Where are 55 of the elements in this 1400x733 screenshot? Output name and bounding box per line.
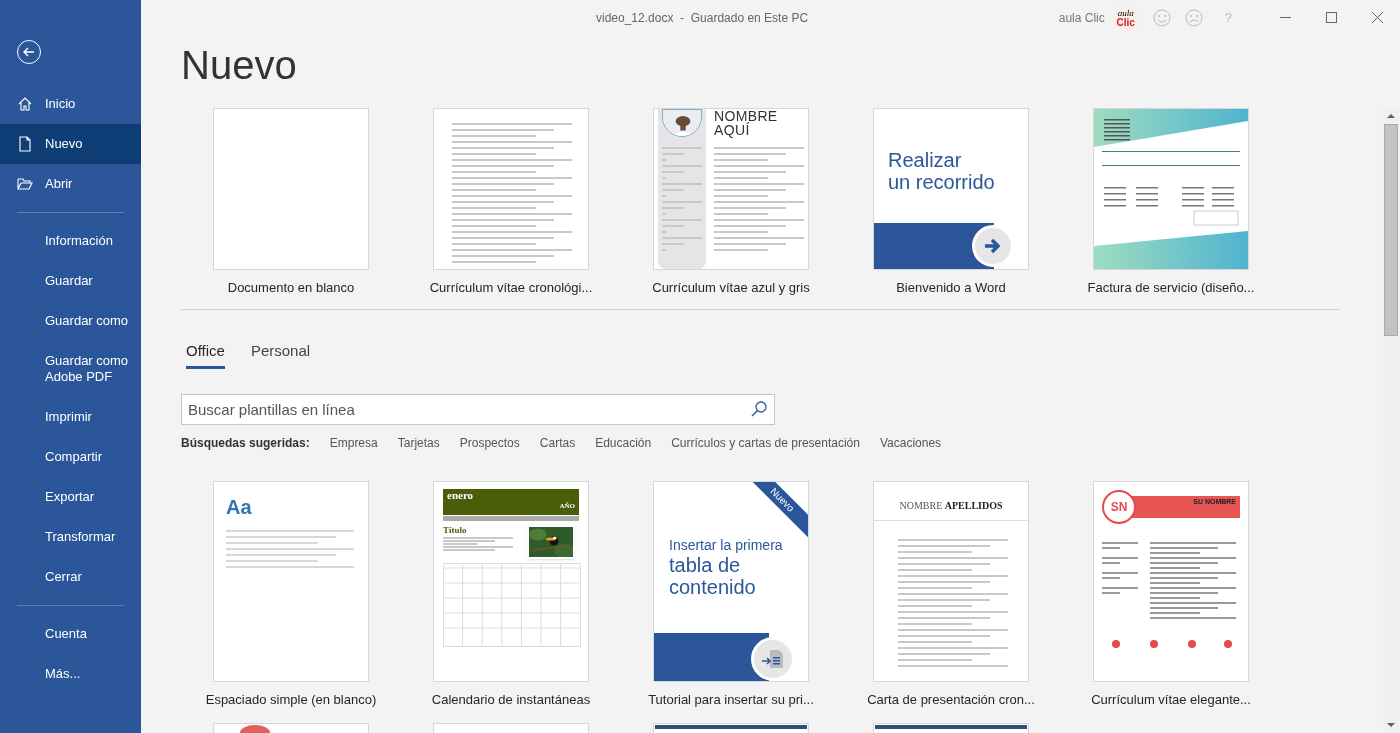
month-text: enero: [447, 489, 475, 502]
sidebar-item[interactable]: Guardar: [0, 261, 141, 301]
template-preview[interactable]: NOMBRE AQUÍ: [653, 108, 809, 270]
preview-subtitle: Insertar la primera: [669, 536, 784, 554]
suggested-label: Búsquedas sugeridas:: [181, 435, 310, 452]
sidebar-item[interactable]: Cerrar: [0, 557, 141, 597]
template-preview[interactable]: NOMBRE APELLIDOS: [873, 481, 1029, 682]
sidebar-item[interactable]: Cuenta: [0, 614, 141, 654]
template-name[interactable]: Calendario de instantáneas: [431, 690, 591, 710]
template-name[interactable]: Currículum vítae elegante...: [1091, 690, 1251, 710]
preview-title: un recorrido: [888, 171, 996, 193]
sidebar-item[interactable]: Inicio: [0, 84, 141, 124]
sidebar-item[interactable]: Nuevo: [0, 124, 141, 164]
template-name[interactable]: Currículum vítae cronológi...: [429, 278, 593, 298]
tab[interactable]: Personal: [250, 339, 311, 369]
template-name[interactable]: Espaciado simple (en blanco): [205, 690, 377, 710]
template-name[interactable]: Documento en blanco: [227, 278, 355, 298]
preview-title: contenido: [669, 576, 757, 598]
name-text: NOMBRE APELLIDOS: [899, 500, 1003, 511]
preview-title: tabla de: [669, 554, 742, 576]
template-name[interactable]: Carta de presentación cron...: [867, 690, 1035, 710]
sample-heading: Aa: [226, 496, 253, 518]
sidebar-item[interactable]: Más...: [0, 654, 141, 694]
sidebar-item[interactable]: Transformar: [0, 517, 141, 557]
name-text: AQUÍ: [714, 123, 750, 137]
sidebar-item[interactable]: Información: [0, 221, 141, 261]
suggested-link[interactable]: Prospectos: [459, 434, 520, 452]
suggested-link[interactable]: Currículos y cartas de presentación: [671, 434, 860, 452]
sidebar-item[interactable]: Abrir: [0, 164, 141, 204]
template-name[interactable]: Factura de servicio (diseño...: [1087, 278, 1255, 298]
preview-title: Título: [443, 525, 468, 536]
preview-title: Realizar: [888, 149, 963, 171]
sidebar-item[interactable]: Guardar como: [0, 301, 141, 341]
user-logo: aula Clic: [1112, 4, 1139, 31]
suggested-link[interactable]: Cartas: [539, 434, 576, 452]
user-name: aula Clic: [1058, 9, 1105, 27]
window-title: video_12.docx - Guardado en Este PC: [596, 10, 809, 27]
template-name[interactable]: Tutorial para insertar su pri...: [648, 690, 814, 710]
suggested-link[interactable]: Vacaciones: [879, 434, 942, 452]
template-name[interactable]: Currículum vítae azul y gris: [652, 278, 810, 298]
initials-badge: SN: [1102, 490, 1136, 524]
name-text: NOMBRE: [714, 109, 779, 123]
sidebar-item[interactable]: Imprimir: [0, 397, 141, 437]
sidebar-item[interactable]: Guardar como Adobe PDF: [0, 341, 141, 397]
page-heading: Nuevo: [181, 42, 298, 89]
suggested-link[interactable]: Empresa: [329, 434, 378, 452]
template-preview[interactable]: Realizar un recorrido: [873, 108, 1029, 270]
sidebar-item[interactable]: Compartir: [0, 437, 141, 477]
sidebar-item[interactable]: Exportar: [0, 477, 141, 517]
search-field[interactable]: Buscar plantillas en línea: [181, 394, 775, 425]
tab[interactable]: Office: [186, 339, 225, 369]
template-name[interactable]: Bienvenido a Word: [896, 278, 1006, 298]
suggested-link[interactable]: Educación: [595, 434, 652, 452]
template-preview[interactable]: Aa: [213, 481, 369, 682]
suggested-link[interactable]: Tarjetas: [397, 434, 440, 452]
